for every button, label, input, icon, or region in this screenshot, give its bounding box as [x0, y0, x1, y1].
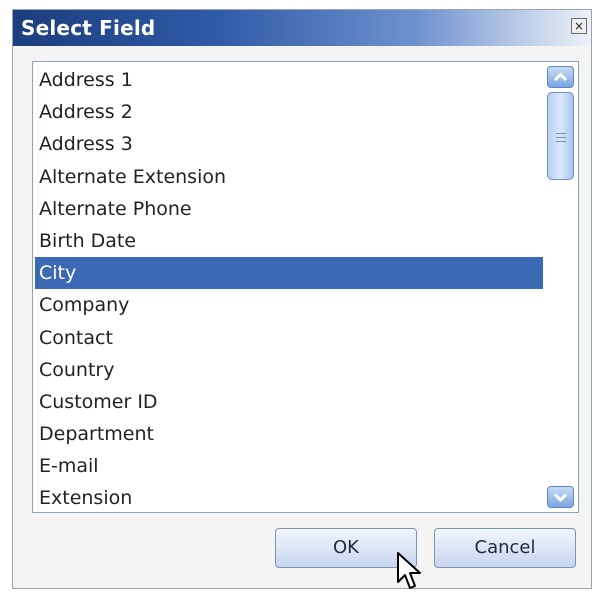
list-item[interactable]: Country: [35, 354, 543, 386]
list-item[interactable]: Customer ID: [35, 386, 543, 418]
cancel-button[interactable]: Cancel: [434, 528, 576, 568]
dialog-title: Select Field: [21, 16, 156, 40]
list-item[interactable]: Company: [35, 289, 543, 321]
chevron-up-icon: [553, 72, 568, 82]
dialog-titlebar[interactable]: Select Field ×: [13, 10, 591, 46]
vertical-scrollbar[interactable]: [545, 64, 576, 510]
mouse-pointer-icon: [397, 552, 421, 589]
list-item[interactable]: Address 2: [35, 96, 543, 128]
grip-icon: [556, 133, 566, 142]
chevron-down-icon: [553, 493, 568, 503]
list-item[interactable]: Alternate Phone: [35, 193, 543, 225]
list-item[interactable]: Birth Date: [35, 225, 543, 257]
select-field-dialog: Select Field × Address 1 Address 2 Addre…: [12, 9, 592, 589]
list-item[interactable]: Contact: [35, 322, 543, 354]
list-item[interactable]: E-mail: [35, 450, 543, 482]
list-item[interactable]: Address 1: [35, 64, 543, 96]
list-item-selected[interactable]: City: [35, 257, 543, 290]
list-item[interactable]: Alternate Extension: [35, 161, 543, 193]
list-item[interactable]: Department: [35, 418, 543, 450]
scroll-up-button[interactable]: [547, 66, 574, 88]
scroll-down-button[interactable]: [547, 486, 574, 508]
close-button[interactable]: ×: [571, 18, 587, 34]
list-item[interactable]: Address 3: [35, 128, 543, 160]
field-listbox[interactable]: Address 1 Address 2 Address 3 Alternate …: [32, 61, 579, 513]
list-item[interactable]: Extension: [35, 482, 543, 514]
scrollbar-thumb[interactable]: [547, 92, 574, 180]
field-list-items: Address 1 Address 2 Address 3 Alternate …: [35, 64, 543, 515]
close-icon: ×: [573, 19, 585, 33]
